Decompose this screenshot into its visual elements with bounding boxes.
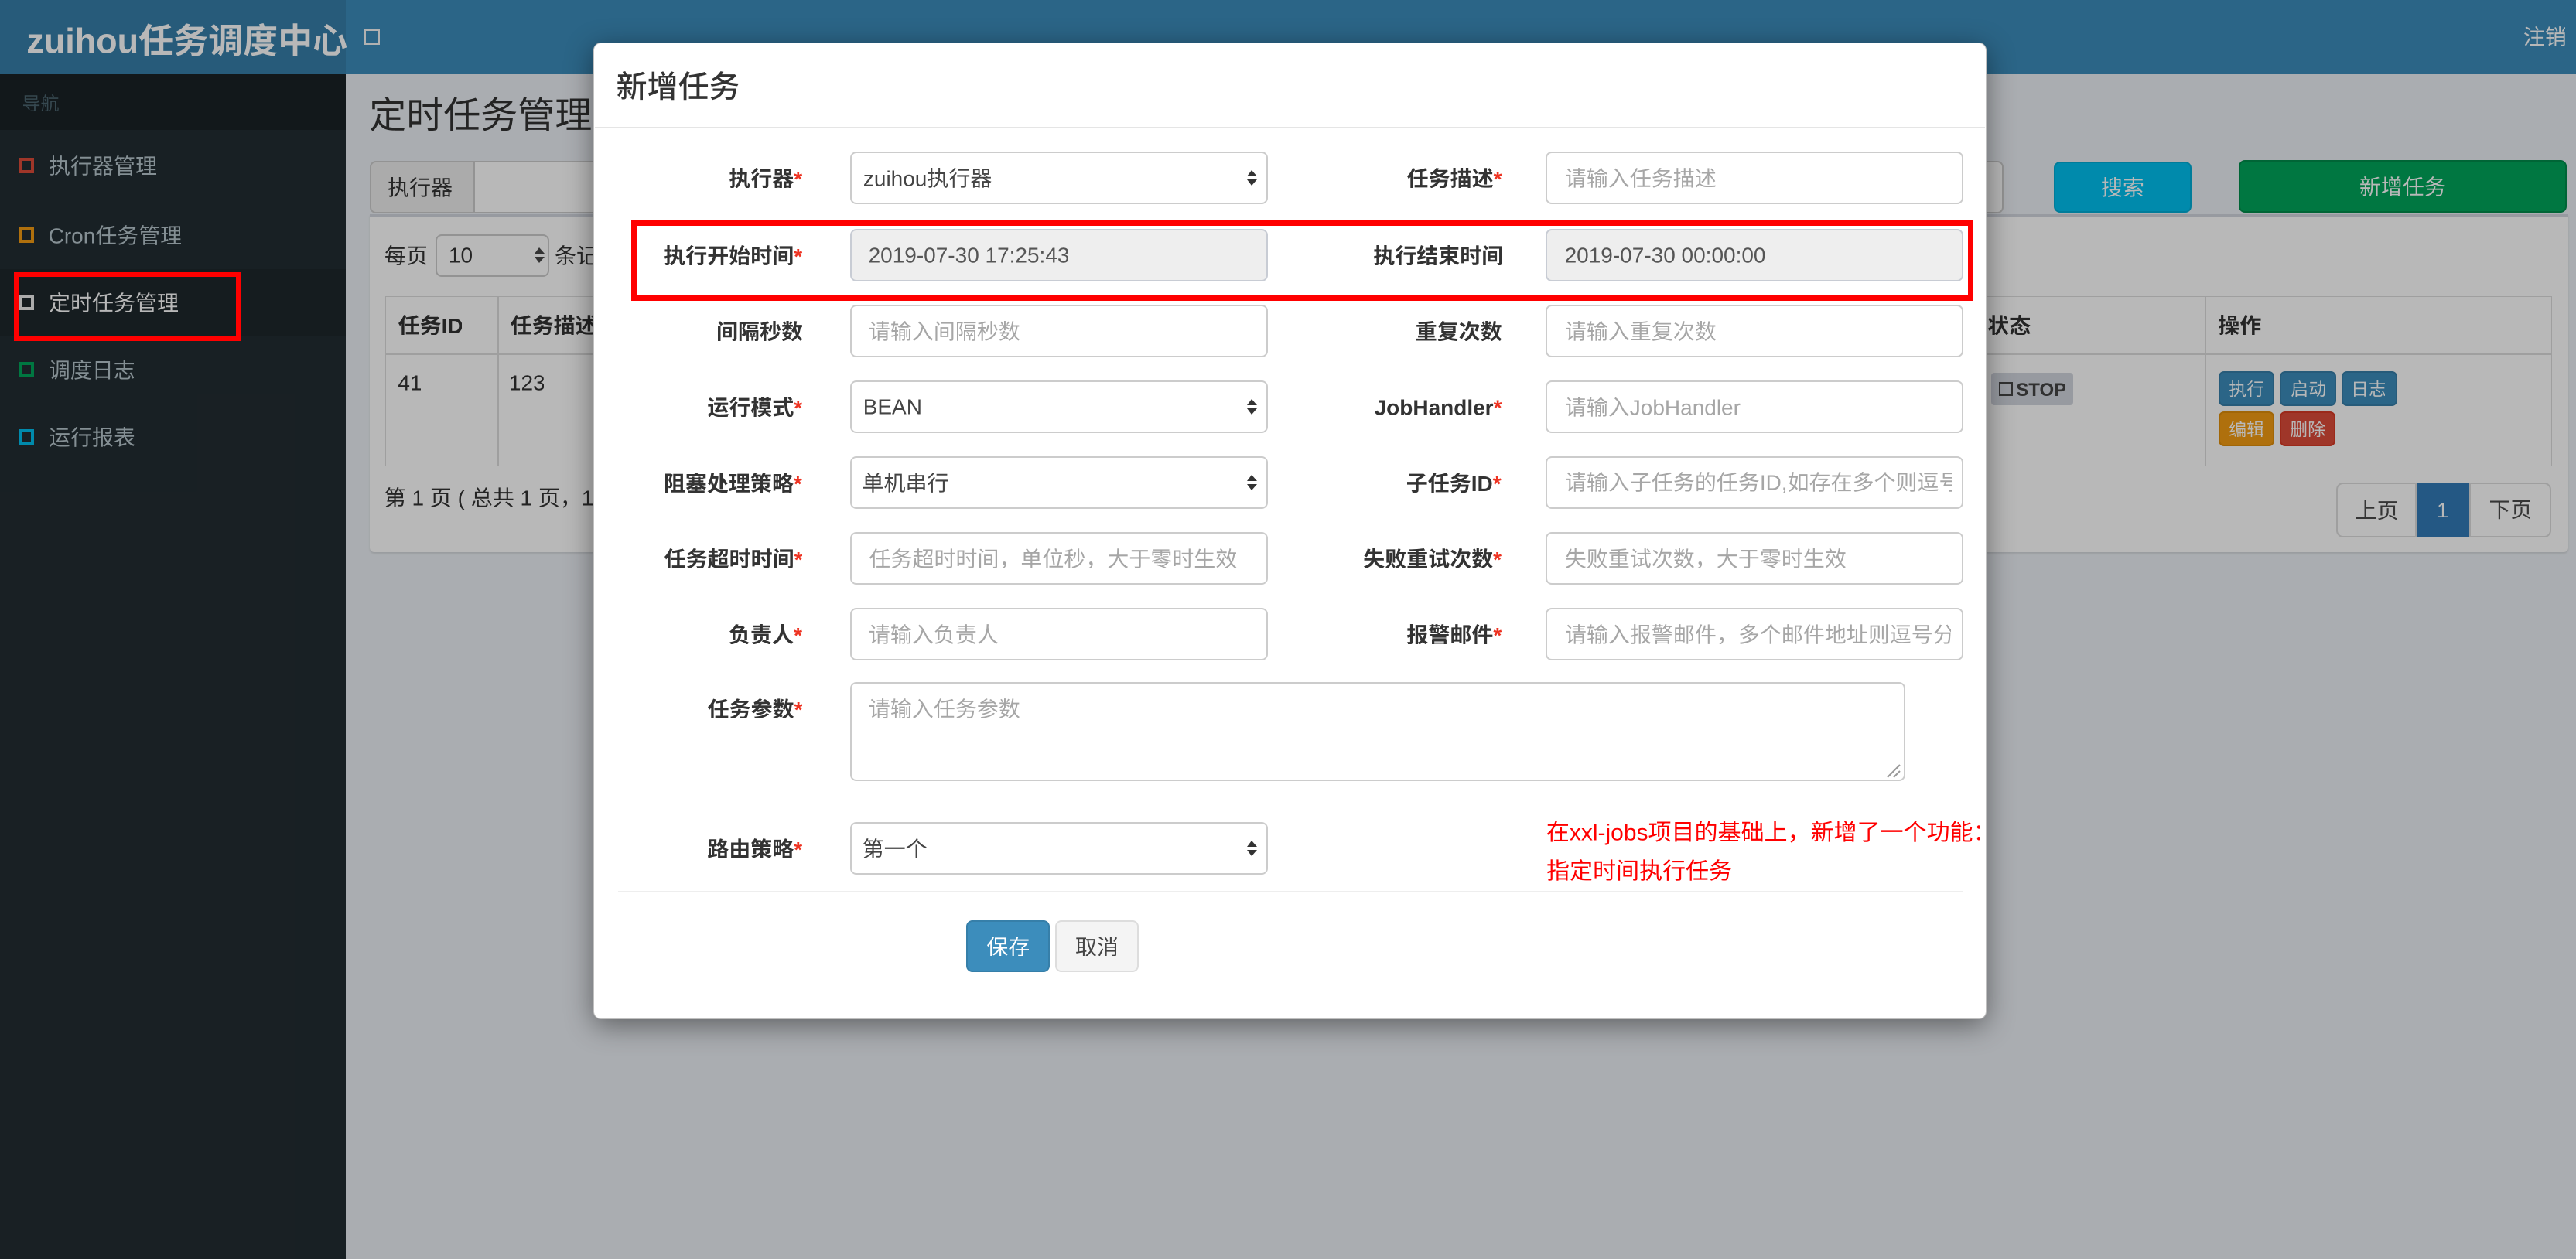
svg-text:*: * xyxy=(1493,548,1502,569)
svg-text:*: * xyxy=(794,548,802,568)
svg-text:*: * xyxy=(794,624,802,645)
svg-text:*: * xyxy=(794,838,802,859)
svg-text:*: * xyxy=(1493,168,1502,188)
svg-text:JobHandler: JobHandler xyxy=(1630,397,1741,417)
svg-text:ID,: ID, xyxy=(1760,472,1788,493)
svg-text:*: * xyxy=(794,168,802,189)
svg-text:ID: ID xyxy=(1471,473,1493,493)
svg-text:*: * xyxy=(1493,624,1502,645)
svg-text:*: * xyxy=(794,473,802,493)
svg-text:xxl-jobs: xxl-jobs xyxy=(1570,821,1648,845)
svg-text:JobHandler: JobHandler xyxy=(1375,399,1494,415)
svg-text:*: * xyxy=(1493,473,1502,493)
svg-text:BEAN: BEAN xyxy=(865,399,921,414)
svg-text:*: * xyxy=(794,397,802,418)
svg-text:zuihou: zuihou xyxy=(864,168,927,188)
svg-text:*: * xyxy=(794,698,802,719)
svg-text:*: * xyxy=(1493,399,1502,415)
